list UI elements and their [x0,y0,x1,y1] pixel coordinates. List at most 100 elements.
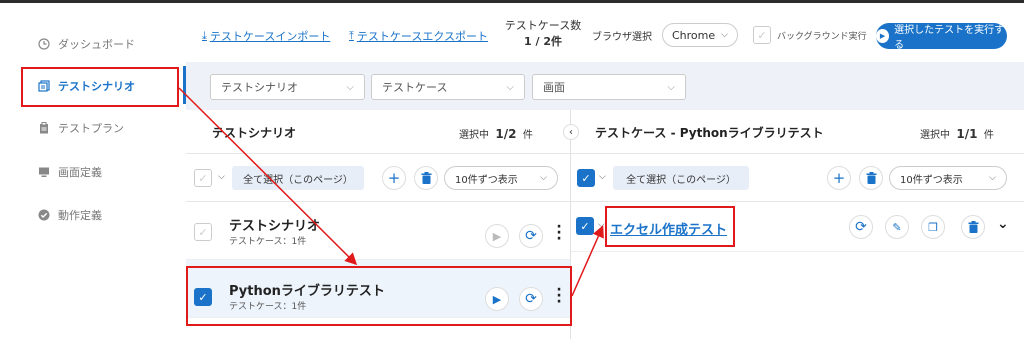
chevron-down-icon: ⌵ [598,220,605,230]
refresh-icon[interactable]: ⟳ [849,215,873,239]
expand-chevron-icon[interactable]: ⌄ [997,216,1009,232]
row-checkbox[interactable]: ✓ [194,288,212,306]
panel-title: テストシナリオ [212,126,297,140]
import-link[interactable]: ⤓ テストケースインポート [202,28,330,44]
filter-placeholder: テストシナリオ [221,81,298,94]
selected-count: 選択中 1/1 件 [920,126,994,141]
per-page-label: 10件ずつ表示 [900,174,963,186]
import-label: テストケースインポート [209,30,331,43]
panel-header: テストシナリオ 選択中 1/2 件 [186,110,570,154]
row-checkbox[interactable]: ✓ [194,223,212,241]
add-icon[interactable]: + [827,166,851,190]
selected-value: 1/1 [956,127,978,141]
selected-prefix: 選択中 [459,130,489,141]
row-checkbox[interactable]: ✓ [576,217,594,235]
refresh-icon[interactable]: ⟳ [519,224,543,248]
test-case-filter[interactable]: テストケース ⌵ [371,74,525,100]
sidebar-item-label: 動作定義 [58,209,102,222]
browser-value: Chrome [672,28,716,42]
selected-value: 1/2 [495,127,517,141]
sidebar-item-label: ダッシュボード [58,38,135,51]
sidebar-item-label: テストシナリオ [58,80,135,93]
run-selected-button[interactable]: ▶ 選択したテストを実行する [876,23,1007,51]
sidebar-item-label: 画面定義 [58,166,102,179]
kebab-menu-icon[interactable]: · · · [556,220,562,246]
download-icon: ⤓ [202,29,207,42]
row-title: Pythonライブラリテスト [229,284,385,299]
panel-header: テストケース - Pythonライブラリテスト 選択中 1/1 件 [571,110,1024,154]
chevron-down-icon: ⌵ [989,173,996,183]
chevron-down-icon[interactable]: ⌵ [218,172,225,182]
background-label: バックグラウンド実行 [777,32,867,42]
scenario-filter[interactable]: テストシナリオ ⌵ [210,74,365,100]
sidebar-item-action-definition[interactable]: 動作定義 [38,205,102,225]
panel-title: テストケース - Pythonライブラリテスト [595,126,824,140]
check-circle-icon [38,209,50,221]
scenario-row[interactable]: ✓ テストシナリオ テストケース：1件 ▶ ⟳ · · · [186,202,570,260]
selected-prefix: 選択中 [920,130,950,141]
selected-suffix: 件 [983,130,994,141]
trash-icon[interactable] [961,215,985,239]
kebab-menu-icon[interactable]: · · · [556,283,562,309]
sidebar-item-screen-definition[interactable]: 画面定義 [38,162,102,182]
selected-count: 選択中 1/2 件 [459,126,533,141]
upload-icon: ⤒ [349,29,354,42]
background-checkbox[interactable]: ✓ [753,26,771,44]
filter-bar: テストシナリオ ⌵ テストケース ⌵ 画面 ⌵ [186,62,1024,110]
select-all-checkbox[interactable]: ✓ [194,169,212,187]
chevron-down-icon: ⌵ [506,81,514,93]
scenario-panel: テストシナリオ 選択中 1/2 件 ✓ ⌵ 全て選択（このページ） + 10件ず… [186,110,571,339]
row-title: テストシナリオ [229,219,321,234]
scenario-row-selected[interactable]: ✓ Pythonライブラリテスト テストケース：1件 ▶ ⟳ · · · [186,260,570,318]
row-subtitle: テストケース：1件 [229,237,307,247]
edit-icon[interactable]: ✎ [885,215,909,239]
scenario-controls: ✓ ⌵ 全て選択（このページ） + 10件ずつ表示 ⌵ [186,154,570,202]
monitor-icon [38,166,50,178]
add-icon[interactable]: + [382,166,406,190]
test-case-link[interactable]: エクセル作成テスト [610,219,727,238]
run-label: 選択したテストを実行する [894,25,1005,51]
copy-icon[interactable]: ❐ [921,215,945,239]
filter-placeholder: テストケース [382,81,448,94]
selected-suffix: 件 [522,130,533,141]
chevron-down-icon: ⌵ [540,173,547,183]
test-case-count: テストケース数 1 / 2件 [502,18,584,50]
play-icon: ▶ [876,29,890,43]
count-label: テストケース数 [504,19,582,32]
sidebar-item-label: テストプラン [58,122,124,135]
select-all-button[interactable]: 全て選択（このページ） [613,166,749,190]
row-subtitle: テストケース：1件 [229,302,307,312]
chevron-down-icon[interactable]: ⌵ [599,172,606,182]
trash-icon[interactable] [414,166,438,190]
trash-icon[interactable] [859,166,883,190]
sidebar-item-test-plan[interactable]: テストプラン [38,118,124,138]
browser-select[interactable]: Chrome ⌵ [662,23,738,47]
browser-label: ブラウザ選択 [592,32,652,43]
test-case-panel: ‹ テストケース - Pythonライブラリテスト 選択中 1/1 件 ✓ ⌵ … [563,110,1024,339]
play-icon[interactable]: ▶ [485,224,509,248]
chevron-left-icon[interactable]: ‹ [563,124,579,140]
clipboard-icon [38,122,50,134]
sidebar-item-test-scenario[interactable]: テストシナリオ [38,76,135,96]
count-value: 1 / 2件 [524,35,562,48]
per-page-select[interactable]: 10件ずつ表示 ⌵ [889,166,1007,190]
select-all-button[interactable]: 全て選択（このページ） [232,166,364,190]
per-page-select[interactable]: 10件ずつ表示 ⌵ [444,166,558,190]
select-all-checkbox[interactable]: ✓ [577,169,595,187]
per-page-label: 10件ずつ表示 [455,174,518,186]
play-icon[interactable]: ▶ [485,287,509,311]
document-stack-icon [38,80,50,92]
sidebar: ダッシュボード テストシナリオ テストプラン 画面定義 動作定義 [0,3,186,339]
chevron-down-icon: ⌵ [667,81,675,93]
clock-icon [38,38,50,50]
chevron-down-icon: ⌵ [346,81,354,93]
toolbar: ⤓ テストケースインポート ⤒ テストケースエクスポート テストケース数 1 /… [186,10,1024,60]
chevron-down-icon: ⌵ [721,30,728,40]
refresh-icon[interactable]: ⟳ [519,287,543,311]
filter-placeholder: 画面 [543,81,565,94]
export-link[interactable]: ⤒ テストケースエクスポート [349,28,488,44]
screen-filter[interactable]: 画面 ⌵ [532,74,686,100]
export-label: テストケースエクスポート [356,30,488,43]
sidebar-item-dashboard[interactable]: ダッシュボード [38,34,135,54]
test-case-controls: ✓ ⌵ 全て選択（このページ） + 10件ずつ表示 ⌵ [571,154,1024,202]
